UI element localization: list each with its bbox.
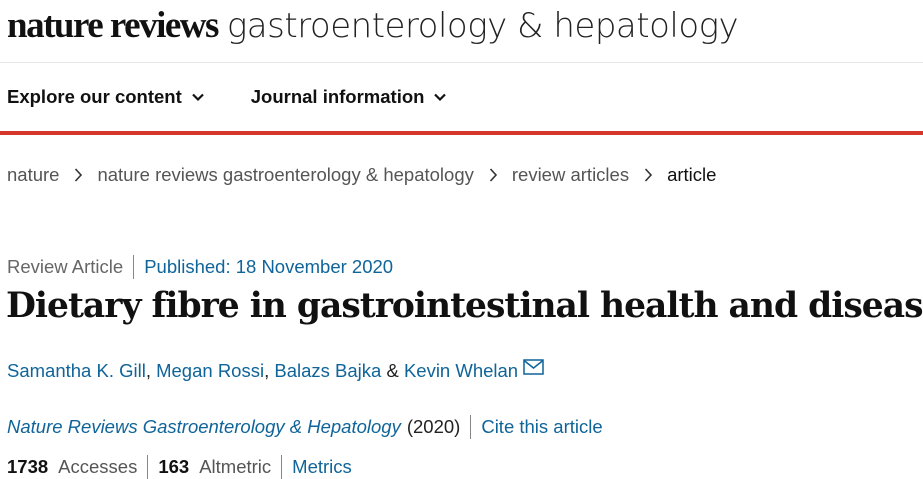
- altmetric-label: Altmetric: [199, 456, 272, 477]
- breadcrumb-journal[interactable]: nature reviews gastroenterology & hepato…: [97, 164, 473, 186]
- altmetric-count: 163: [158, 456, 190, 477]
- accesses-label: Accesses: [58, 456, 138, 477]
- breadcrumb: nature nature reviews gastroenterology &…: [7, 164, 716, 186]
- publication-year: (2020): [406, 416, 461, 437]
- article-meta: Review Article Published: 18 November 20…: [7, 255, 393, 279]
- author-list: Samantha K. Gill, Megan Rossi, Balazs Ba…: [7, 359, 544, 382]
- email-icon[interactable]: [523, 359, 544, 375]
- breadcrumb-nature[interactable]: nature: [7, 164, 59, 186]
- site-logo[interactable]: nature reviews gastroenterology & hepato…: [7, 4, 739, 52]
- author-link[interactable]: Megan Rossi: [156, 360, 264, 382]
- author-link[interactable]: Balazs Bajka: [274, 360, 381, 382]
- nav-journal-information[interactable]: Journal information: [251, 86, 448, 108]
- header-divider: [0, 62, 923, 63]
- journal-link[interactable]: Nature Reviews Gastroenterology & Hepato…: [7, 416, 401, 438]
- published-date[interactable]: Published: 18 November 2020: [144, 256, 393, 278]
- author-separator: ,: [145, 360, 157, 381]
- breadcrumb-review-articles[interactable]: review articles: [512, 164, 629, 186]
- metrics-link[interactable]: Metrics: [292, 456, 352, 478]
- author-separator: ,: [264, 360, 275, 381]
- brand-journal-name: gastroenterology & hepatology: [226, 6, 739, 46]
- meta-divider: [281, 455, 283, 479]
- accesses-count: 1738: [7, 456, 49, 477]
- chevron-right-icon: [75, 168, 83, 182]
- chevron-down-icon: [434, 93, 447, 102]
- brand-nature-reviews: nature reviews: [7, 5, 219, 46]
- article-title: Dietary fibre in gastrointestinal health…: [6, 286, 923, 326]
- chevron-down-icon: [191, 93, 204, 102]
- chevron-right-icon: [489, 168, 497, 182]
- article-metrics: 1738 Accesses 163 Altmetric Metrics: [7, 455, 352, 479]
- article-type: Review Article: [7, 256, 124, 277]
- breadcrumb-article: article: [667, 164, 717, 185]
- author-separator: &: [381, 360, 404, 381]
- journal-nav: Explore our content Journal information: [7, 86, 447, 108]
- chevron-right-icon: [644, 168, 653, 182]
- nav-journal-info-label: Journal information: [250, 86, 425, 107]
- meta-divider: [133, 255, 135, 279]
- cite-this-article-link[interactable]: Cite this article: [481, 416, 602, 438]
- meta-divider: [147, 455, 149, 479]
- author-link[interactable]: Kevin Whelan: [404, 360, 518, 382]
- citation-line: Nature Reviews Gastroenterology & Hepato…: [7, 415, 603, 439]
- author-link[interactable]: Samantha K. Gill: [7, 360, 146, 382]
- nav-explore-content[interactable]: Explore our content: [7, 86, 205, 108]
- nav-explore-label: Explore our content: [7, 86, 182, 107]
- accent-bar: [0, 131, 923, 135]
- meta-divider: [470, 415, 472, 439]
